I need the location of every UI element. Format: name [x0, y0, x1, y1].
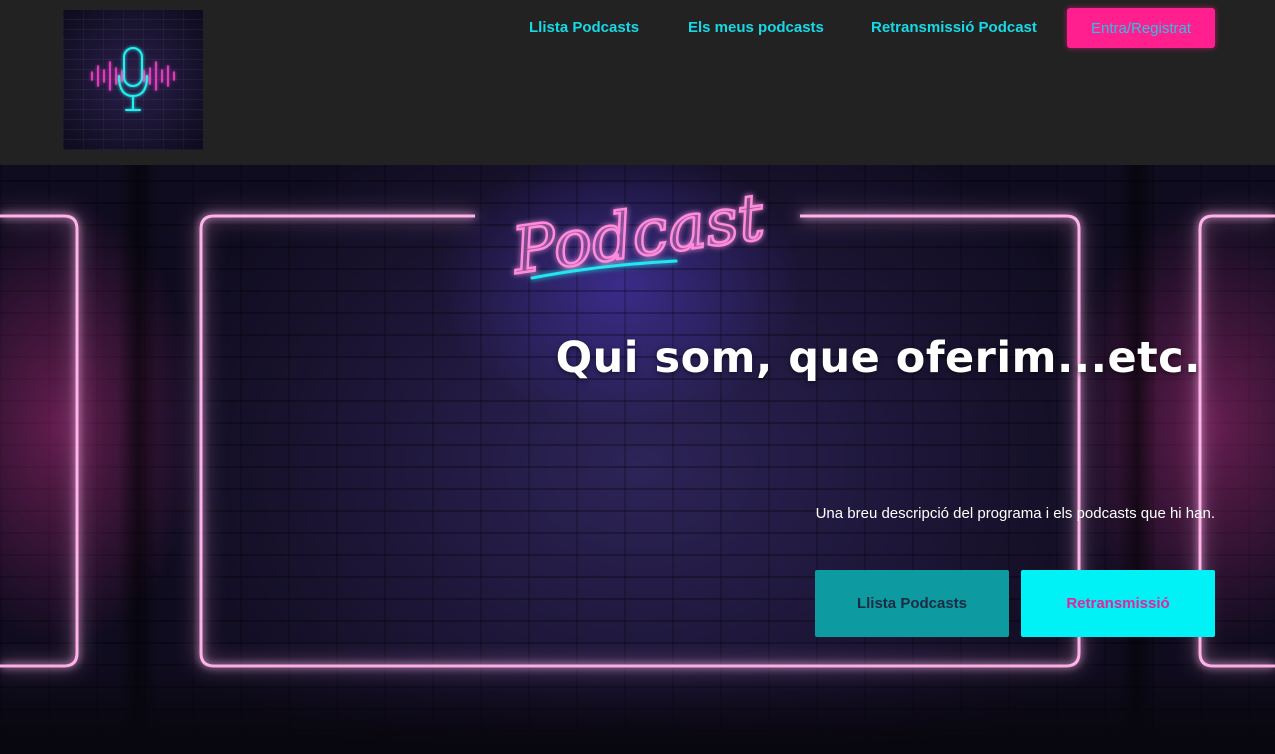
- hero-description: Una breu descripció del programa i els p…: [815, 505, 1215, 522]
- retransmissio-button[interactable]: Retransmissió: [1021, 570, 1215, 637]
- neon-podcast-sign: Podcast: [506, 179, 770, 290]
- login-register-button[interactable]: Entra/Registrat: [1067, 8, 1215, 48]
- llista-podcasts-button[interactable]: Llista Podcasts: [815, 570, 1009, 637]
- bottom-fade: [0, 664, 1275, 754]
- nav-llista-podcasts[interactable]: Llista Podcasts: [529, 19, 639, 36]
- neon-sign-text: Podcast: [507, 181, 769, 290]
- hero-section: Podcast Qui som, que oferim...etc. Una b…: [0, 165, 1275, 754]
- main-nav: Llista Podcasts Els meus podcasts Retran…: [0, 0, 1275, 56]
- nav-retransmissio-podcast[interactable]: Retransmissió Podcast: [871, 19, 1037, 36]
- site-header: Llista Podcasts Els meus podcasts Retran…: [0, 0, 1275, 165]
- hero-title: Qui som, que oferim...etc.: [555, 333, 1201, 383]
- nav-els-meus-podcasts[interactable]: Els meus podcasts: [688, 19, 824, 36]
